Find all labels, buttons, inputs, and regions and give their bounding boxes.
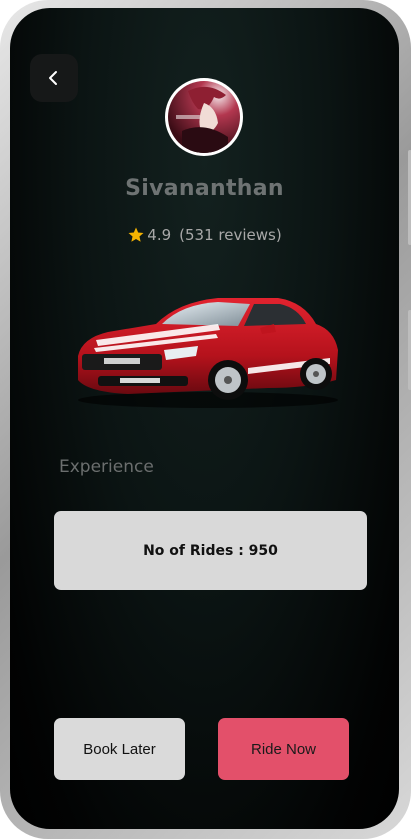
rating-value: 4.9 [147, 226, 172, 244]
ride-now-button[interactable]: Ride Now [218, 718, 349, 780]
star-icon [128, 227, 144, 242]
screen: Sivananthan 4.9 (531 reviews) Experience… [10, 8, 399, 829]
chevron-left-icon [49, 71, 57, 85]
back-button[interactable] [30, 54, 78, 102]
rides-count-text: No of Rides : 950 [143, 542, 278, 559]
rides-count-card: No of Rides : 950 [54, 511, 367, 590]
avatar [165, 78, 243, 156]
avatar-image [168, 81, 240, 153]
driver-name: Sivananthan [125, 176, 284, 201]
review-count: (531 reviews) [179, 226, 282, 244]
phone-frame: Sivananthan 4.9 (531 reviews) Experience… [0, 0, 411, 839]
book-later-button[interactable]: Book Later [54, 718, 185, 780]
experience-heading: Experience [59, 457, 154, 477]
rating-row: 4.9 (531 reviews) [10, 226, 399, 244]
car-image [78, 298, 338, 408]
